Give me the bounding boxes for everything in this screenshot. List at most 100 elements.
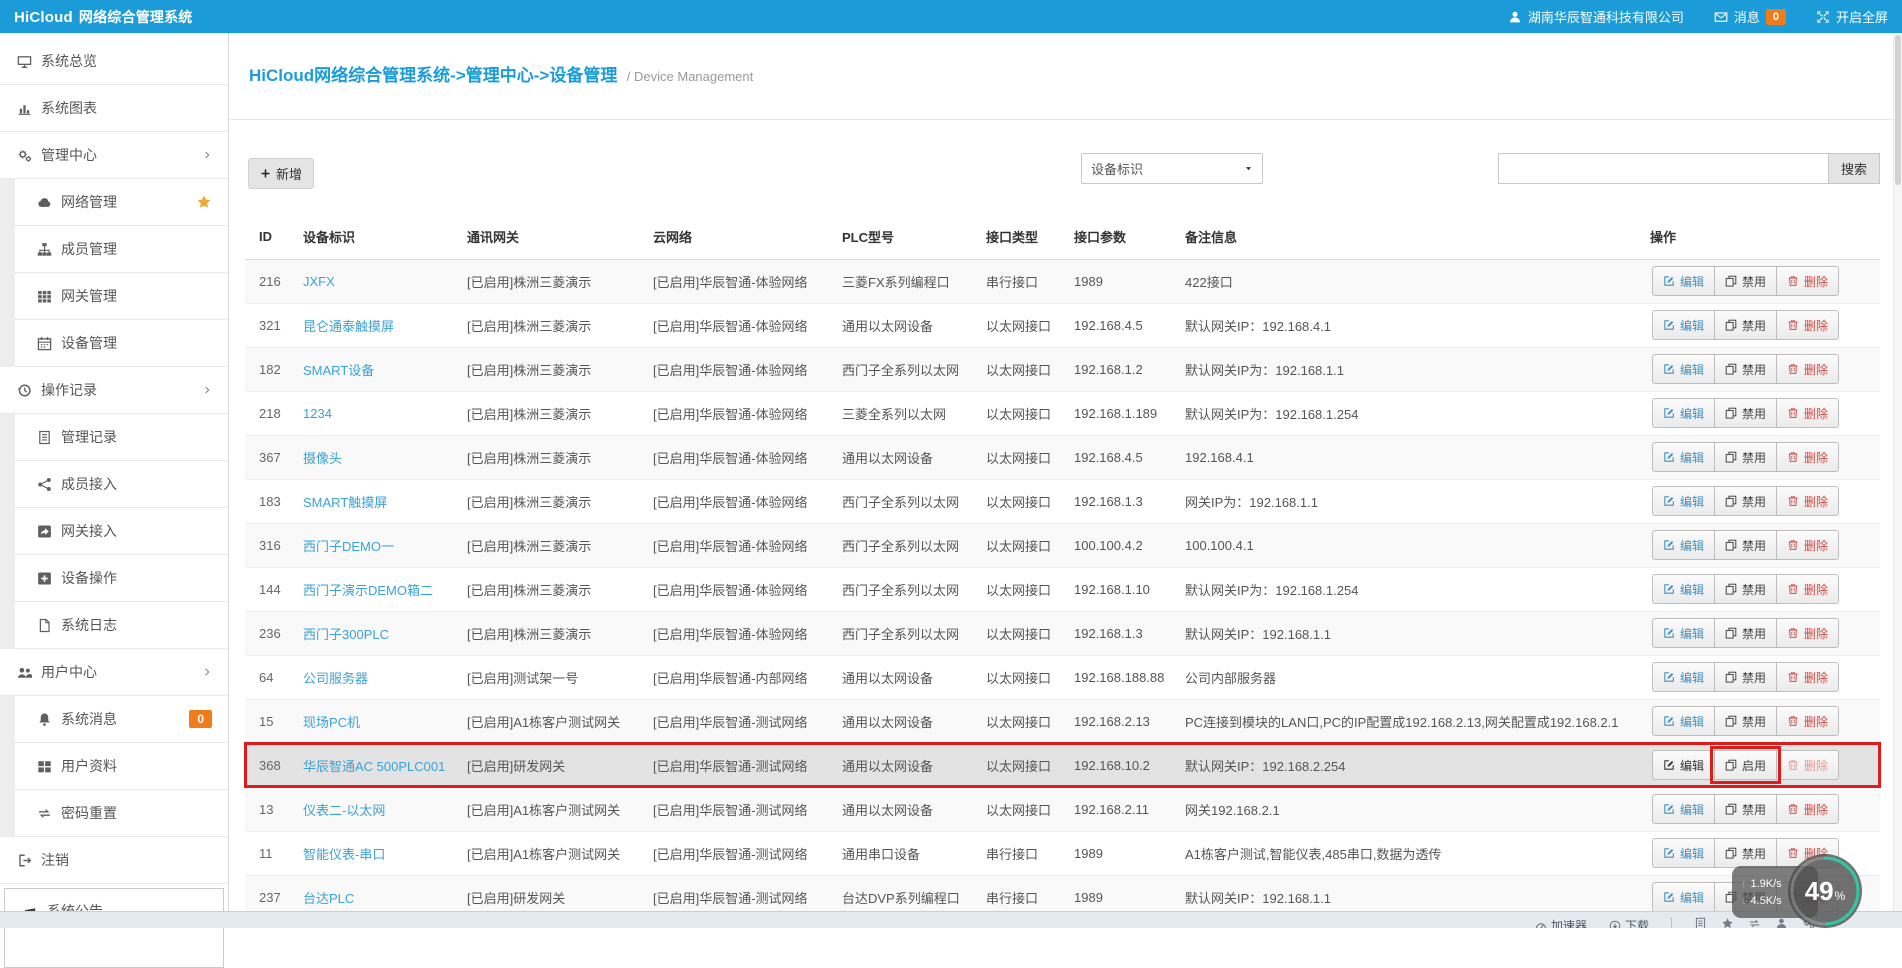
delete-button[interactable]: 删除 — [1776, 310, 1840, 340]
search-button[interactable]: 搜索 — [1828, 153, 1880, 184]
device-link[interactable]: 智能仪表-串口 — [303, 847, 385, 862]
device-link[interactable]: JXFX — [303, 274, 335, 289]
delete-button[interactable]: 删除 — [1776, 618, 1840, 648]
clipboard-icon[interactable] — [1694, 917, 1707, 928]
column-header-云网络: 云网络 — [649, 215, 838, 260]
sidebar-item-用户资料[interactable]: 用户资料 — [15, 743, 228, 790]
cell-note: 默认网关IP：192.168.4.1 — [1181, 303, 1646, 348]
device-link[interactable]: SMART设备 — [303, 363, 374, 378]
edit-button[interactable]: 编辑 — [1652, 530, 1716, 560]
messages-menu[interactable]: 消息 0 — [1714, 7, 1786, 26]
button-label: 禁用 — [1742, 362, 1767, 377]
sidebar-item-操作记录[interactable]: 操作记录 — [0, 367, 228, 414]
edit-button[interactable]: 编辑 — [1652, 794, 1716, 824]
sidebar-item-系统图表[interactable]: 系统图表 — [0, 85, 228, 132]
enable-button[interactable]: 启用 — [1710, 746, 1782, 784]
add-device-button[interactable]: 新增 — [248, 158, 315, 189]
accelerator-item[interactable]: 加速器 — [1535, 917, 1587, 928]
chevron-right-icon — [205, 668, 210, 676]
edit-button[interactable]: 编辑 — [1652, 486, 1716, 516]
filter-field-select[interactable]: 设备标识 — [1081, 153, 1263, 184]
disable-button[interactable]: 禁用 — [1714, 794, 1778, 824]
edit-button[interactable]: 编辑 — [1652, 574, 1716, 604]
delete-button[interactable]: 删除 — [1776, 574, 1840, 604]
trash-icon — [1788, 364, 1798, 374]
edit-button[interactable]: 编辑 — [1652, 354, 1716, 384]
delete-button[interactable]: 删除 — [1776, 354, 1840, 384]
delete-button[interactable]: 删除 — [1776, 442, 1840, 472]
sidebar-item-系统消息[interactable]: 系统消息 0 — [15, 696, 228, 743]
edit-button[interactable]: 编辑 — [1652, 706, 1716, 736]
disable-button[interactable]: 禁用 — [1714, 442, 1778, 472]
sidebar-item-系统日志[interactable]: 系统日志 — [15, 602, 228, 649]
device-link[interactable]: 台达PLC — [303, 891, 354, 906]
sidebar-item-成员接入[interactable]: 成员接入 — [15, 461, 228, 508]
delete-button[interactable]: 删除 — [1776, 398, 1840, 428]
sidebar-item-设备操作[interactable]: 设备操作 — [15, 555, 228, 602]
edit-button[interactable]: 编辑 — [1652, 442, 1716, 472]
delete-button[interactable]: 删除 — [1776, 662, 1840, 692]
edit-button[interactable]: 编辑 — [1652, 310, 1716, 340]
edit-button[interactable]: 编辑 — [1652, 618, 1716, 648]
edit-button[interactable]: 编辑 — [1652, 662, 1716, 692]
delete-button[interactable]: 删除 — [1776, 266, 1840, 296]
disable-button[interactable]: 禁用 — [1714, 486, 1778, 516]
delete-button[interactable]: 删除 — [1776, 750, 1840, 780]
sidebar-item-注销[interactable]: 注销 — [0, 837, 228, 884]
cell-actions: 编辑 禁用 删除 — [1646, 435, 1880, 480]
disable-button[interactable]: 禁用 — [1714, 398, 1778, 428]
sidebar-item-label: 系统日志 — [61, 617, 117, 633]
delete-button[interactable]: 删除 — [1776, 706, 1840, 736]
delete-button[interactable]: 删除 — [1776, 486, 1840, 516]
cell-gateway: [已启用]株洲三菱演示 — [463, 567, 649, 612]
device-link[interactable]: 摄像头 — [303, 451, 342, 466]
scrollbar-thumb[interactable] — [1895, 35, 1901, 185]
account-menu[interactable]: 湖南华辰智通科技有限公司 — [1508, 7, 1684, 26]
disable-button[interactable]: 禁用 — [1714, 266, 1778, 296]
disable-button[interactable]: 禁用 — [1714, 530, 1778, 560]
device-link[interactable]: 仪表二-以太网 — [303, 803, 385, 818]
fullscreen-toggle[interactable]: 开启全屏 — [1816, 7, 1888, 26]
device-link[interactable]: 昆仑通泰触摸屏 — [303, 319, 394, 334]
device-link[interactable]: 公司服务器 — [303, 671, 368, 686]
sidebar-item-网络管理[interactable]: 网络管理 — [15, 179, 228, 226]
sidebar-item-网关接入[interactable]: 网关接入 — [15, 508, 228, 555]
sidebar-item-label: 系统图表 — [41, 100, 97, 116]
sidebar-item-网关管理[interactable]: 网关管理 — [15, 273, 228, 320]
speed-overlay-widget[interactable]: ↑ 1.9K/s ↓ 4.5K/s 49 % — [1728, 852, 1898, 930]
disable-button[interactable]: 禁用 — [1714, 574, 1778, 604]
disable-button[interactable]: 禁用 — [1714, 706, 1778, 736]
device-link[interactable]: 西门子300PLC — [303, 627, 389, 642]
search-input[interactable] — [1498, 153, 1828, 184]
progress-circle[interactable]: 49 % — [1788, 854, 1862, 928]
device-link[interactable]: 西门子DEMO一 — [303, 539, 394, 554]
disable-button[interactable]: 禁用 — [1714, 354, 1778, 384]
column-header-ID: ID — [245, 215, 299, 260]
sidebar-partial-box: 系统公告 — [4, 888, 224, 968]
delete-button[interactable]: 删除 — [1776, 530, 1840, 560]
sidebar-item-密码重置[interactable]: 密码重置 — [15, 790, 228, 837]
edit-button[interactable]: 编辑 — [1652, 398, 1716, 428]
edit-icon — [1664, 408, 1674, 418]
sidebar-item-成员管理[interactable]: 成员管理 — [15, 226, 228, 273]
vertical-scrollbar[interactable] — [1893, 33, 1902, 911]
device-link[interactable]: SMART触摸屏 — [303, 495, 387, 510]
edit-button[interactable]: 编辑 — [1652, 882, 1716, 912]
edit-button[interactable]: 编辑 — [1652, 266, 1716, 296]
device-link[interactable]: 华辰智通AC 500PLC001 — [303, 759, 445, 774]
disable-button[interactable]: 禁用 — [1714, 618, 1778, 648]
sidebar-item-管理记录[interactable]: 管理记录 — [15, 414, 228, 461]
device-link[interactable]: 西门子演示DEMO箱二 — [303, 583, 433, 598]
disable-button[interactable]: 禁用 — [1714, 310, 1778, 340]
sidebar-item-系统总览[interactable]: 系统总览 — [0, 38, 228, 85]
device-link[interactable]: 现场PC机 — [303, 715, 360, 730]
disable-button[interactable]: 禁用 — [1714, 662, 1778, 692]
edit-button[interactable]: 编辑 — [1652, 838, 1716, 868]
download-item[interactable]: 下载 — [1609, 917, 1649, 928]
device-link[interactable]: 1234 — [303, 406, 332, 421]
edit-button[interactable]: 编辑 — [1652, 750, 1716, 780]
sidebar-item-管理中心[interactable]: 管理中心 — [0, 132, 228, 179]
sidebar-item-用户中心[interactable]: 用户中心 — [0, 649, 228, 696]
sidebar-item-设备管理[interactable]: 设备管理 — [15, 320, 228, 367]
delete-button[interactable]: 删除 — [1776, 794, 1840, 824]
